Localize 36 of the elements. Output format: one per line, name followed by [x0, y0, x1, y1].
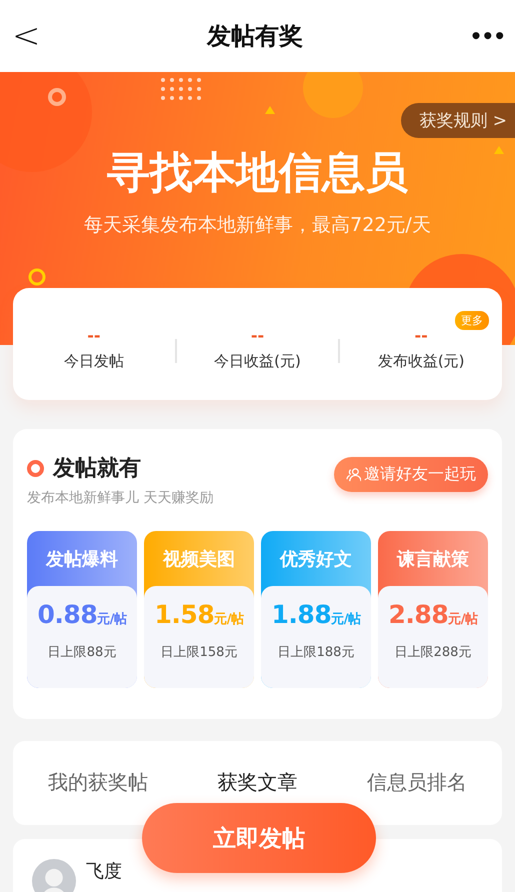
rules-button[interactable]: 获奖规则 >: [401, 103, 515, 138]
more-button[interactable]: •••: [470, 24, 505, 48]
section-title: 发帖就有: [53, 455, 141, 483]
author-name: 飞度: [86, 860, 122, 883]
stat-label: 今日收益(元): [214, 352, 301, 370]
tab[interactable]: 我的获奖帖: [48, 768, 148, 796]
stat-value: --: [87, 328, 100, 344]
price-text: 0.88元/帖: [38, 600, 126, 629]
stat-value: --: [250, 328, 264, 344]
section-subtitle: 发布本地新鲜事儿 天天赚奖励: [27, 489, 214, 507]
banner-subtitle: 每天采集发布本地新鲜事，最高722元/天: [84, 213, 431, 238]
tab[interactable]: 获奖文章: [217, 768, 298, 796]
page-title: 发帖有奖: [207, 21, 304, 52]
price-text: 1.58元/帖: [154, 600, 244, 629]
price-text: 1.88元/帖: [272, 600, 360, 629]
people-icon: [346, 467, 361, 482]
category-name: 优秀好文: [278, 548, 353, 572]
stat-value: --: [414, 328, 428, 344]
ring-icon: [27, 460, 44, 476]
limit-text: 日上限188元: [278, 644, 354, 661]
banner-title: 寻找本地信息员: [107, 147, 408, 200]
category-card[interactable]: 视频美图 1.58元/帖 日上限158元: [144, 531, 254, 688]
price-text: 2.88元/帖: [388, 600, 478, 629]
limit-text: 日上限158元: [160, 644, 238, 661]
category-name: 谏言献策: [396, 548, 470, 572]
tab[interactable]: 信息员排名: [367, 768, 468, 796]
category-card[interactable]: 优秀好文 1.88元/帖 日上限188元: [261, 531, 371, 688]
category-card[interactable]: 发帖爆料 0.88元/帖 日上限88元: [27, 531, 137, 688]
stat-label: 今日发帖: [64, 352, 124, 370]
category-name: 视频美图: [162, 548, 236, 572]
category-card[interactable]: 谏言献策 2.88元/帖 日上限288元: [378, 531, 488, 688]
limit-text: 日上限88元: [48, 644, 116, 661]
category-name: 发帖爆料: [44, 548, 119, 572]
stat-label: 发布收益(元): [378, 352, 465, 370]
limit-text: 日上限288元: [394, 644, 472, 661]
back-button[interactable]: <: [12, 16, 40, 56]
